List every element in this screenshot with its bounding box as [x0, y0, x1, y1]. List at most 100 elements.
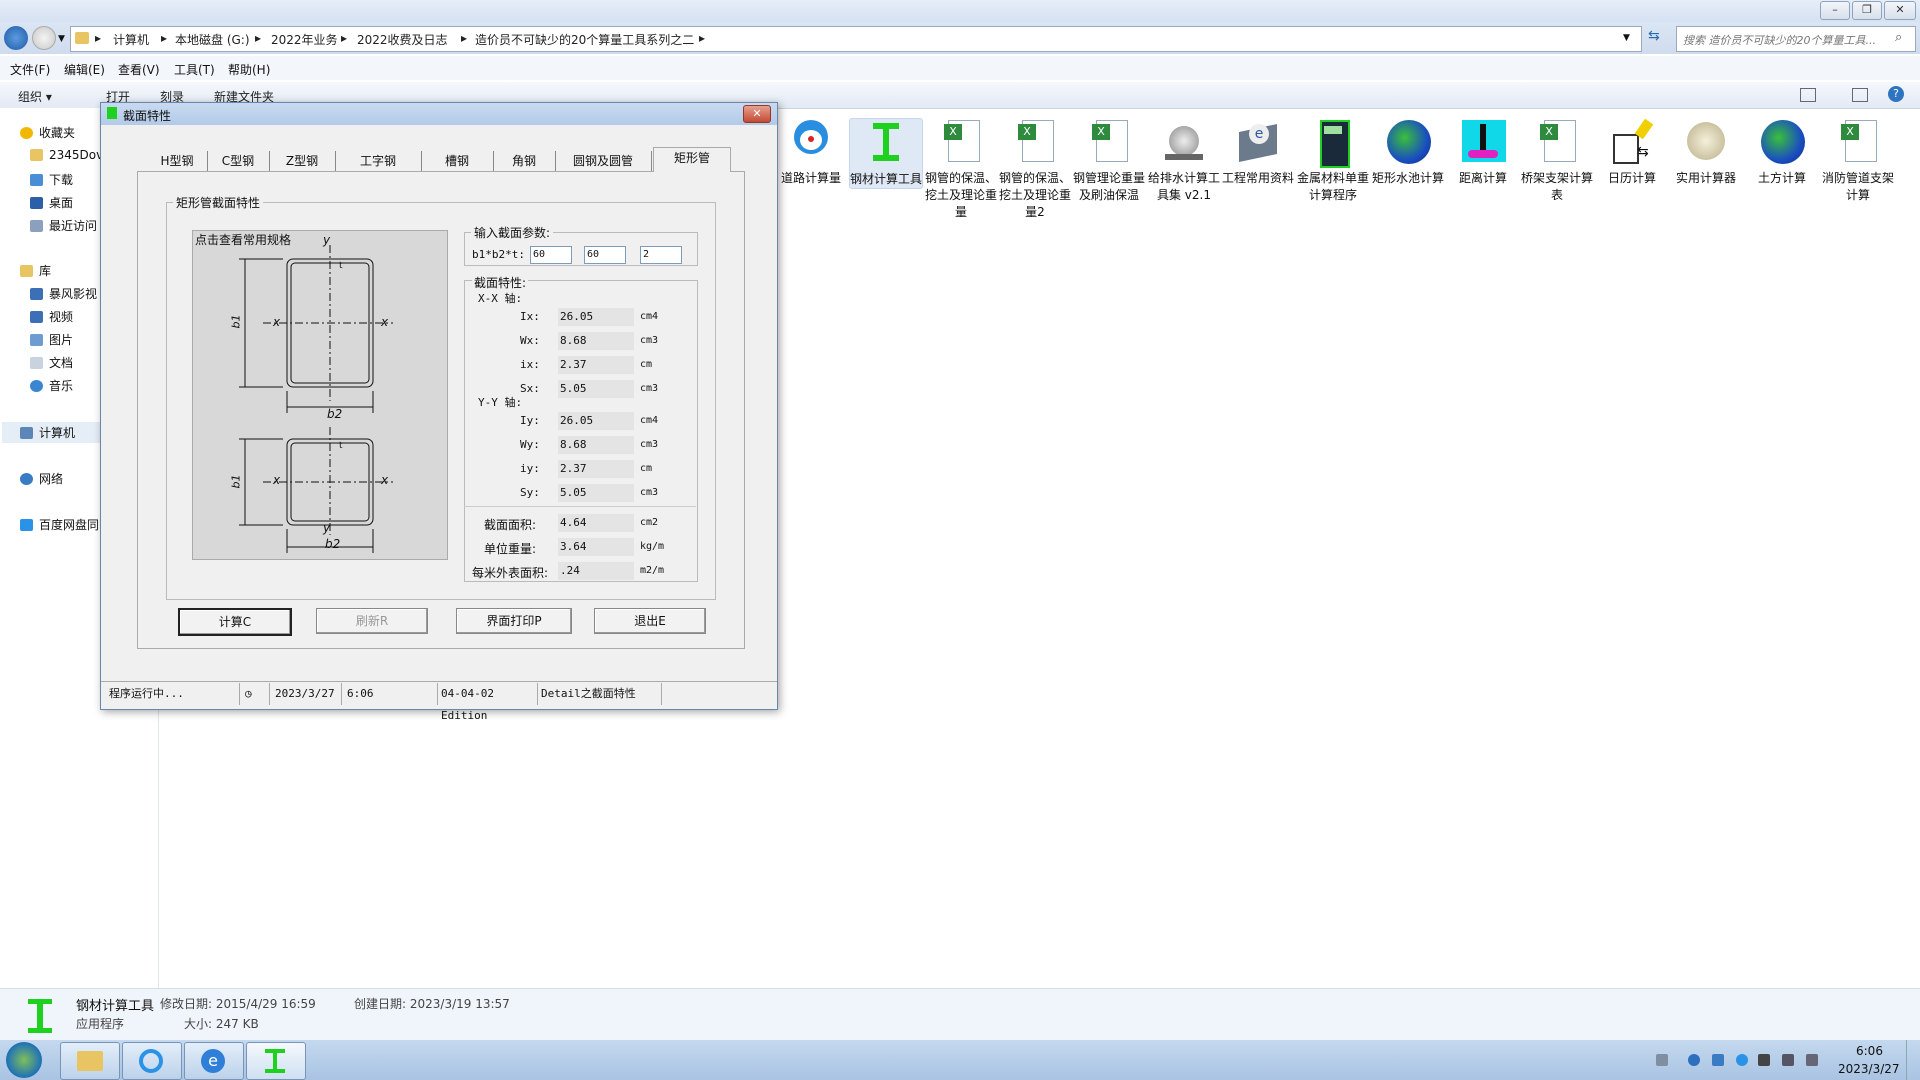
menu-edit[interactable]: 编辑(E) — [64, 61, 105, 78]
file-label: 钢管的保温、挖土及理论重量2 — [999, 171, 1072, 219]
organize-button[interactable]: 组织 ▾ — [18, 88, 52, 105]
file-label: 距离计算 — [1458, 171, 1507, 185]
taskbar-baidu[interactable] — [122, 1042, 182, 1080]
file-item[interactable]: 金属材料单重计算程序 — [1297, 118, 1369, 204]
dialog-titlebar[interactable]: 截面特性 ✕ — [101, 103, 777, 125]
breadcrumb-fees[interactable]: 2022收费及日志 — [357, 31, 448, 48]
forward-icon[interactable] — [32, 26, 56, 50]
calculate-button[interactable]: 计算C — [178, 608, 292, 636]
start-button[interactable] — [6, 1042, 42, 1078]
file-item[interactable]: 距离计算 — [1447, 118, 1519, 187]
file-item[interactable]: e 工程常用资料 — [1222, 118, 1294, 187]
address-bar[interactable]: ▸ 计算机 ▸ 本地磁盘 (G:) ▸ 2022年业务 ▸ 2022收费及日志 … — [70, 26, 1642, 52]
yy-axis-label: Y-Y 轴: — [478, 396, 523, 409]
taskbar-explorer[interactable] — [60, 1042, 120, 1080]
nav-fav-label: 桌面 — [49, 196, 74, 210]
tray-keyboard-icon[interactable] — [1656, 1054, 1668, 1066]
file-item[interactable]: X 钢管的保温、挖土及理论重量2 — [999, 118, 1071, 221]
tab-i-beam[interactable]: 工字钢 — [335, 151, 422, 171]
tab-z-steel[interactable]: Z型钢 — [269, 151, 336, 171]
nav-network[interactable]: 网络 — [20, 470, 63, 487]
file-item[interactable]: 实用计算器 — [1670, 118, 1742, 187]
file-item[interactable]: 道路计算量 — [775, 118, 847, 187]
nav-fav-label: 2345Dov — [49, 148, 104, 162]
file-item[interactable]: 矩形水池计算 — [1372, 118, 1444, 187]
breadcrumb-drive[interactable]: 本地磁盘 (G:) — [175, 31, 250, 48]
view-options-icon[interactable] — [1800, 88, 1816, 102]
back-icon[interactable] — [4, 26, 28, 50]
section-diagram[interactable]: 点击查看常用规格 y x x b1 b2 t x x b1 y b2 t — [192, 230, 448, 560]
file-item[interactable]: X 桥架支架计算表 — [1521, 118, 1593, 204]
tray-ie-icon[interactable] — [1736, 1054, 1748, 1066]
nav-fav-item[interactable]: 2345Dov — [30, 148, 103, 162]
file-item[interactable]: X 钢管的保温、挖土及理论重量 — [925, 118, 997, 221]
nav-lib-item[interactable]: 音乐 — [30, 377, 73, 394]
t-input[interactable]: 2 — [640, 246, 682, 264]
refresh-button[interactable]: 刷新R — [316, 608, 428, 634]
menu-file[interactable]: 文件(F) — [10, 61, 50, 78]
taskbar-ie[interactable]: e — [184, 1042, 244, 1080]
tab-channel[interactable]: 槽钢 — [421, 151, 494, 171]
status-running: 程序运行中... — [105, 683, 240, 705]
nav-lib-label: 音乐 — [49, 379, 74, 393]
tray-network-icon[interactable] — [1782, 1054, 1794, 1066]
nav-fav-item[interactable]: 桌面 — [30, 194, 73, 211]
clock-date[interactable]: 2023/3/27 — [1838, 1062, 1900, 1076]
globe-icon — [1757, 118, 1807, 168]
nav-library[interactable]: 库 — [20, 262, 51, 279]
file-item-selected[interactable]: 钢材计算工具 — [849, 118, 923, 189]
b2-input[interactable]: 60 — [584, 246, 626, 264]
menu-tools[interactable]: 工具(T) — [174, 61, 215, 78]
file-item[interactable]: X 钢管理论重量及刷油保温 — [1073, 118, 1145, 204]
menu-help[interactable]: 帮助(H) — [228, 61, 270, 78]
file-item[interactable]: 土方计算 — [1746, 118, 1818, 187]
clock-time[interactable]: 6:06 — [1856, 1044, 1883, 1058]
b1-input[interactable]: 60 — [530, 246, 572, 264]
file-item[interactable]: ⇆ 日历计算 — [1596, 118, 1668, 187]
tray-shield-icon[interactable] — [1688, 1054, 1700, 1066]
print-button[interactable]: 界面打印P — [456, 608, 572, 634]
nav-fav-item[interactable]: 最近访问 — [30, 217, 97, 234]
nav-baidu[interactable]: 百度网盘同 — [20, 516, 99, 533]
tab-c-steel[interactable]: C型钢 — [207, 151, 270, 171]
tab-angle[interactable]: 角钢 — [493, 151, 556, 171]
details-created: 创建日期: 2023/3/19 13:57 — [354, 997, 510, 1011]
minimize-button[interactable]: – — [1820, 1, 1850, 20]
search-input[interactable]: 搜索 造价员不可缺少的20个算量工具... ⌕ — [1676, 26, 1916, 52]
shell-calculator-icon — [1681, 118, 1731, 168]
file-item[interactable]: X 消防管道支架计算 — [1822, 118, 1894, 204]
tray-security-icon[interactable] — [1712, 1054, 1724, 1066]
nav-fav-item[interactable]: 下载 — [30, 171, 73, 188]
breadcrumb-computer[interactable]: 计算机 — [113, 31, 149, 48]
star-icon — [20, 127, 33, 139]
tab-round[interactable]: 圆钢及圆管 — [555, 151, 652, 171]
restore-button[interactable]: ❐ — [1852, 1, 1882, 20]
search-icon[interactable]: ⌕ — [1895, 30, 1902, 45]
details-name: 钢材计算工具 — [76, 999, 155, 1014]
file-item[interactable]: 给排水计算工具集 v2.1 — [1148, 118, 1220, 204]
address-dropdown-icon[interactable]: ▼ — [1623, 33, 1630, 43]
nav-lib-item[interactable]: 图片 — [30, 331, 73, 348]
tab-h-steel[interactable]: H型钢 — [147, 151, 208, 171]
help-icon[interactable]: ? — [1888, 86, 1904, 102]
nav-lib-item[interactable]: 文档 — [30, 354, 73, 371]
steel-tool-icon — [861, 119, 911, 169]
nav-lib-item[interactable]: 暴风影视 — [30, 285, 97, 302]
show-desktop-button[interactable] — [1906, 1040, 1920, 1080]
nav-favorites[interactable]: 收藏夹 — [20, 124, 75, 141]
history-dropdown-icon[interactable]: ▼ — [58, 34, 65, 44]
tray-volume-icon[interactable] — [1806, 1054, 1818, 1066]
preview-pane-icon[interactable] — [1852, 88, 1868, 102]
dialog-close-button[interactable]: ✕ — [743, 105, 771, 123]
breadcrumb-business[interactable]: 2022年业务 — [271, 31, 338, 48]
exit-button[interactable]: 退出E — [594, 608, 706, 634]
menu-view[interactable]: 查看(V) — [118, 61, 160, 78]
close-window-button[interactable]: ✕ — [1884, 1, 1916, 20]
nav-lib-item[interactable]: 视频 — [30, 308, 73, 325]
breadcrumb-current[interactable]: 造价员不可缺少的20个算量工具系列之二 — [475, 31, 694, 48]
prop-name: ix: — [520, 358, 540, 371]
refresh-icon[interactable]: ⇆ — [1648, 28, 1660, 44]
taskbar-steel-tool[interactable] — [246, 1042, 306, 1080]
tray-user-icon[interactable] — [1758, 1054, 1770, 1066]
tab-rect-tube[interactable]: 矩形管 — [653, 147, 731, 172]
